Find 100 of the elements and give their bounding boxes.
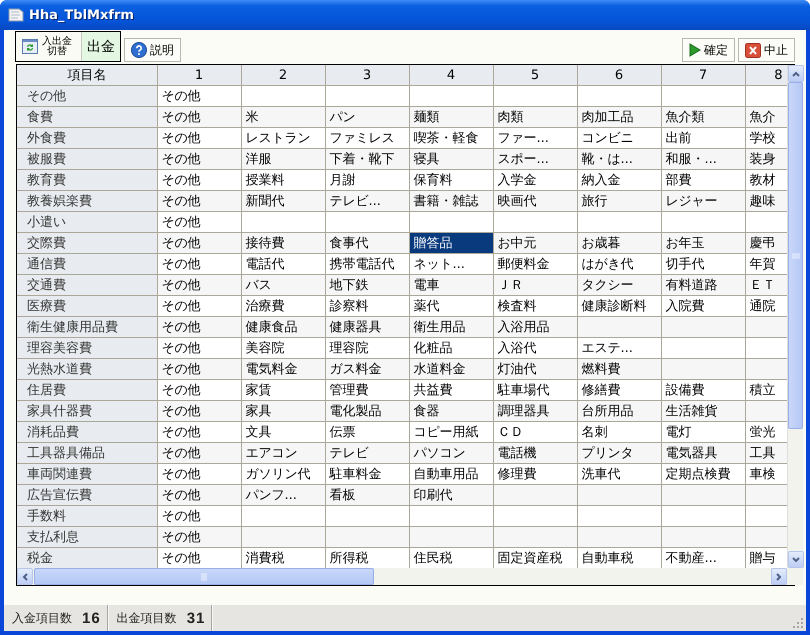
table-cell[interactable]: その他 [157, 442, 241, 464]
scroll-left-button[interactable] [17, 568, 33, 585]
table-cell[interactable]: パンフ... [241, 484, 325, 506]
table-cell[interactable]: 食事代 [325, 232, 409, 254]
table-cell[interactable]: スポー... [493, 148, 577, 170]
table-cell[interactable]: 靴・は... [577, 148, 661, 170]
table-cell[interactable]: バス [241, 274, 325, 296]
table-cell[interactable]: パソコン [409, 442, 493, 464]
table-cell[interactable]: 和服・... [661, 148, 745, 170]
table-cell[interactable]: 健康器具 [325, 316, 409, 338]
table-cell[interactable]: 台所用品 [577, 400, 661, 422]
confirm-button[interactable]: 確定 [682, 38, 735, 62]
horizontal-scroll-thumb[interactable] [34, 568, 374, 585]
table-cell[interactable]: 贈答品 [409, 232, 493, 254]
table-cell[interactable] [661, 358, 745, 380]
table-cell[interactable]: 灯油代 [493, 358, 577, 380]
table-cell[interactable]: 電気器具 [661, 442, 745, 464]
table-cell[interactable] [493, 526, 577, 548]
table-cell[interactable]: 生活雑貨 [661, 400, 745, 422]
table-cell[interactable]: お歳暮 [577, 232, 661, 254]
table-cell[interactable]: 調理器具 [493, 400, 577, 422]
table-cell[interactable]: 衛生用品 [409, 316, 493, 338]
table-cell[interactable] [661, 526, 745, 548]
table-cell[interactable]: 新聞代 [241, 190, 325, 212]
scroll-up-button[interactable] [788, 65, 804, 82]
table-cell[interactable]: エアコン [241, 442, 325, 464]
table-cell[interactable]: 映画代 [493, 190, 577, 212]
table-cell[interactable]: その他 [157, 190, 241, 212]
table-cell[interactable]: その他 [157, 232, 241, 254]
table-cell[interactable]: 電化製品 [325, 400, 409, 422]
table-cell[interactable]: タクシー [577, 274, 661, 296]
scroll-right-button[interactable] [771, 568, 787, 585]
table-cell[interactable] [241, 526, 325, 548]
table-cell[interactable]: 接待費 [241, 232, 325, 254]
table-cell[interactable]: お中元 [493, 232, 577, 254]
table-cell[interactable]: お年玉 [661, 232, 745, 254]
table-cell[interactable]: 洋服 [241, 148, 325, 170]
table-cell[interactable] [745, 358, 787, 380]
table-cell[interactable]: その他 [157, 400, 241, 422]
table-cell[interactable]: 書籍・雑誌 [409, 190, 493, 212]
table-cell[interactable]: 米 [241, 106, 325, 128]
table-cell[interactable] [493, 484, 577, 506]
table-cell[interactable]: レジャー [661, 190, 745, 212]
table-cell[interactable]: 水道料金 [409, 358, 493, 380]
table-cell[interactable] [325, 526, 409, 548]
table-cell[interactable] [577, 316, 661, 338]
table-cell[interactable]: テレビ... [325, 190, 409, 212]
table-cell[interactable]: 趣味 [745, 190, 787, 212]
table-cell[interactable] [745, 316, 787, 338]
table-cell[interactable]: 装身 [745, 148, 787, 170]
table-cell[interactable]: ＥＴ [745, 274, 787, 296]
table-cell[interactable]: その他 [157, 316, 241, 338]
table-cell[interactable]: 慶弔 [745, 232, 787, 254]
table-cell[interactable]: 健康食品 [241, 316, 325, 338]
table-cell[interactable]: 家具 [241, 400, 325, 422]
table-cell[interactable]: 入浴用品 [493, 316, 577, 338]
table-cell[interactable]: 肉加工品 [577, 106, 661, 128]
table-cell[interactable]: 看板 [325, 484, 409, 506]
table-cell[interactable] [661, 316, 745, 338]
table-cell[interactable]: 食器 [409, 400, 493, 422]
table-cell[interactable]: 地下鉄 [325, 274, 409, 296]
table-cell[interactable]: 燃料費 [577, 358, 661, 380]
help-button[interactable]: 説明 [124, 38, 181, 62]
table-cell[interactable]: 下着・靴下 [325, 148, 409, 170]
vertical-scroll-thumb[interactable] [788, 82, 803, 429]
table-cell[interactable]: ガス料金 [325, 358, 409, 380]
table-cell[interactable]: 工具 [745, 442, 787, 464]
table-cell[interactable]: その他 [157, 358, 241, 380]
table-cell[interactable]: 電車 [409, 274, 493, 296]
table-cell[interactable]: 印刷代 [409, 484, 493, 506]
table-cell[interactable] [745, 526, 787, 548]
mode-toggle-button[interactable]: 入出金 切替 [16, 32, 82, 61]
table-cell[interactable]: その他 [157, 526, 241, 548]
resize-grip-icon[interactable] [793, 618, 804, 629]
table-cell[interactable]: 電気料金 [241, 358, 325, 380]
table-cell[interactable] [745, 400, 787, 422]
table-cell[interactable]: その他 [157, 106, 241, 128]
table-cell[interactable]: その他 [157, 484, 241, 506]
app-icon[interactable] [8, 7, 24, 23]
table-cell[interactable]: 寝具 [409, 148, 493, 170]
table-cell[interactable]: その他 [157, 274, 241, 296]
cancel-button[interactable]: 中止 [738, 38, 795, 62]
table-cell[interactable]: パン [325, 106, 409, 128]
table-cell[interactable]: その他 [157, 148, 241, 170]
table-cell[interactable]: 旅行 [577, 190, 661, 212]
table-cell[interactable]: 肉類 [493, 106, 577, 128]
table-cell[interactable] [745, 484, 787, 506]
table-cell[interactable]: 魚介類 [661, 106, 745, 128]
table-cell[interactable]: プリンタ [577, 442, 661, 464]
table-cell[interactable]: 電話機 [493, 442, 577, 464]
table-cell[interactable] [409, 526, 493, 548]
table-cell[interactable]: 魚介 [745, 106, 787, 128]
table-cell[interactable]: 有料道路 [661, 274, 745, 296]
table-cell[interactable] [661, 484, 745, 506]
table-cell[interactable]: テレビ [325, 442, 409, 464]
scroll-down-button[interactable] [788, 551, 804, 568]
table-cell[interactable] [577, 526, 661, 548]
table-cell[interactable] [577, 484, 661, 506]
table-cell[interactable]: ＪＲ [493, 274, 577, 296]
table-cell[interactable]: 麺類 [409, 106, 493, 128]
